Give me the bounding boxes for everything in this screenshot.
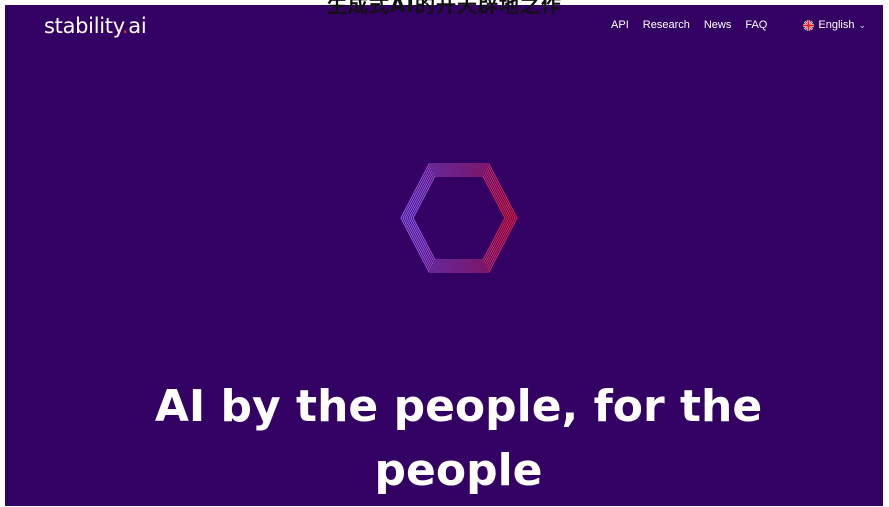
language-label: English (818, 19, 855, 31)
hexagon-logo-icon (400, 163, 518, 273)
uk-flag-icon (803, 19, 815, 31)
top-nav: API Research News FAQ English ⌄ (597, 19, 866, 31)
hero-headline-line1: AI by the people, for the (154, 381, 763, 432)
top-caption: 生成式AI的开天辟地之作 (327, 0, 562, 17)
nav-link-api[interactable]: API (611, 19, 629, 31)
language-selector[interactable]: English ⌄ (803, 19, 866, 31)
nav-link-news[interactable]: News (704, 19, 732, 31)
hero-headline: AI by the people, for the people (5, 375, 883, 503)
hexagon-graphic (395, 156, 523, 284)
hero-page: stability.ai API Research News FAQ Engli… (5, 5, 883, 506)
nav-link-faq[interactable]: FAQ (745, 19, 767, 31)
nav-link-research[interactable]: Research (643, 19, 690, 31)
chevron-down-icon: ⌄ (858, 19, 866, 30)
hero-headline-line2: people (374, 445, 543, 496)
